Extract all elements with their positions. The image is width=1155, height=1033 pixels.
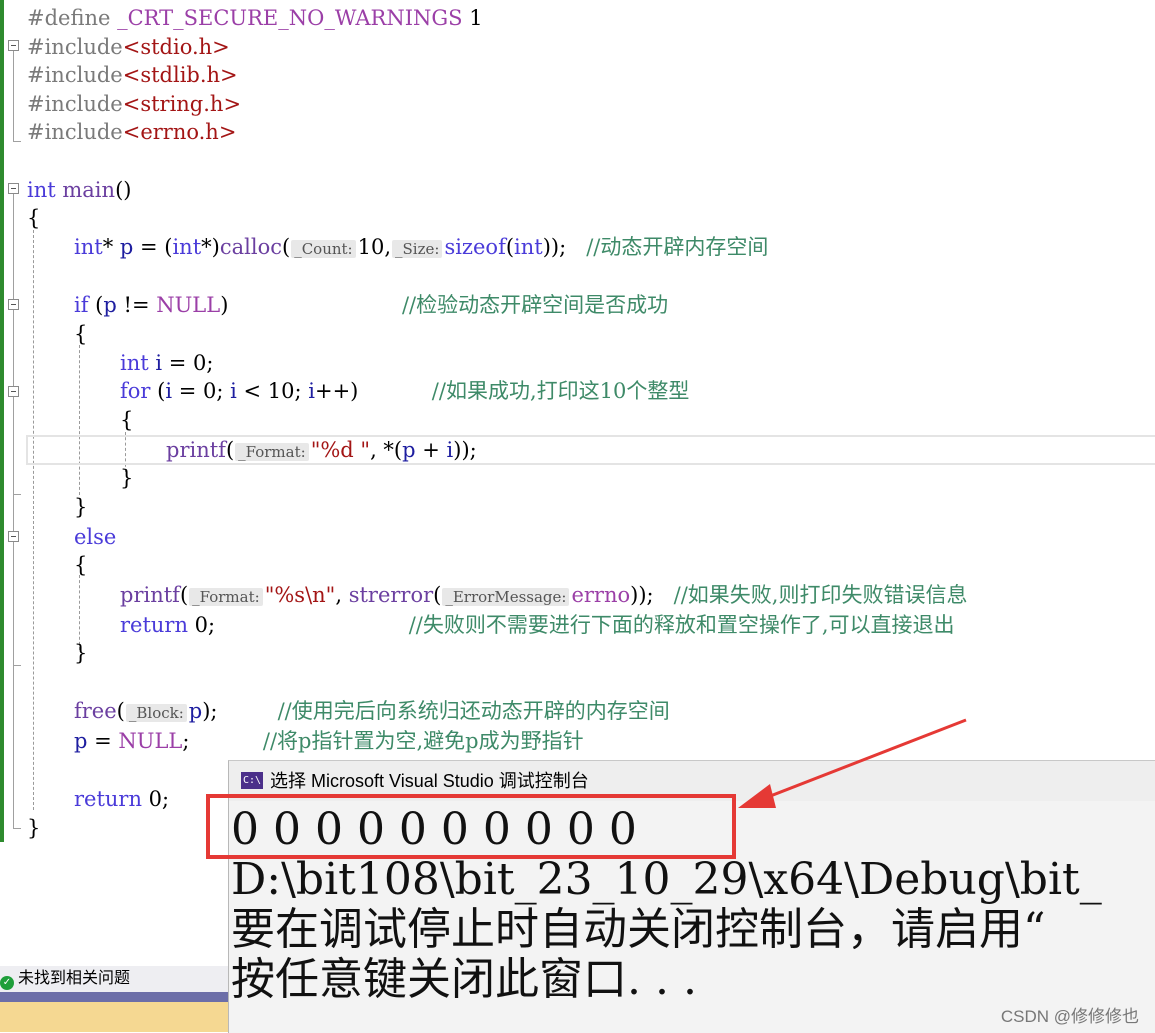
annotation-arrow bbox=[738, 718, 967, 808]
watermark: CSDN @修修修也 bbox=[1000, 1007, 1139, 1026]
